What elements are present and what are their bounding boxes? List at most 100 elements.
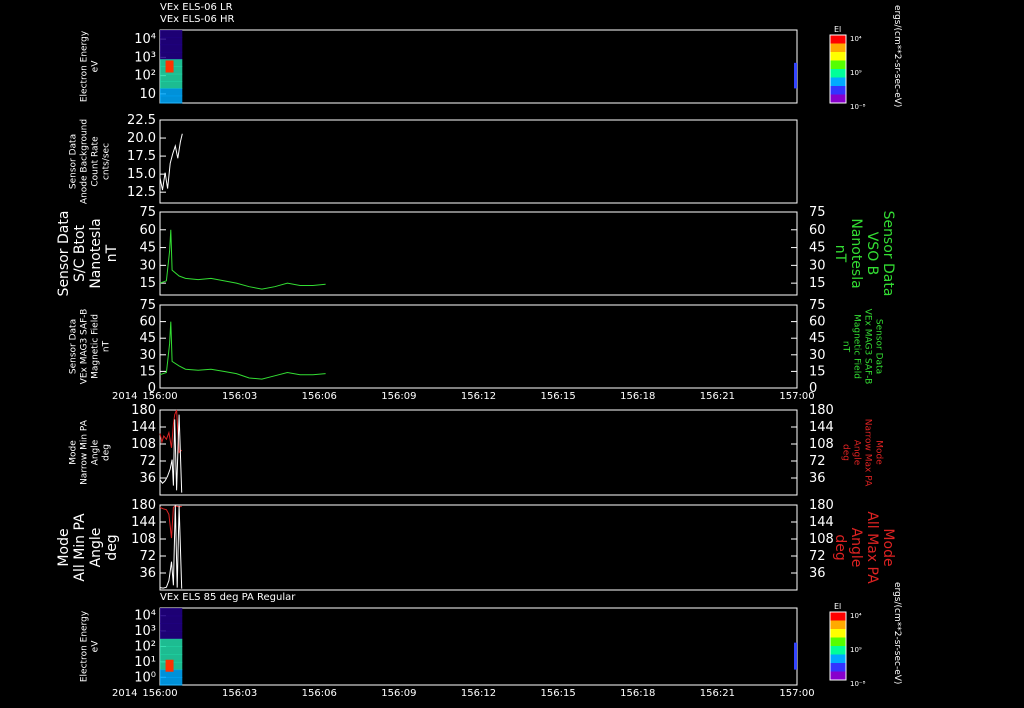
ylabel-right-4-2: Angle [852, 440, 862, 466]
ytick-label-right-3-1: 60 [809, 315, 826, 330]
series-line-3-0 [159, 321, 326, 380]
colorbar-cell-0-1 [830, 43, 846, 53]
panel-frame-6 [159, 607, 798, 686]
colorbar-cell-0-6 [830, 86, 846, 95]
ylabel-left-5-2: Angle [88, 528, 104, 568]
ylabel-right-3-0: Sensor Data [874, 319, 884, 374]
panel-frame-1 [159, 119, 798, 204]
time-tick-1-6: 156:18 [620, 688, 655, 699]
ytick-label-3-4: 15 [139, 364, 156, 379]
ylabel-left-6-0: Electron Energy [80, 610, 90, 682]
ytick-label-4-3: 72 [139, 454, 156, 469]
ytick-label-4-0: 180 [131, 403, 156, 418]
ytick-label-2-1: 60 [139, 223, 156, 238]
panel-frame-4 [159, 409, 798, 496]
time-tick-1-3: 156:09 [381, 688, 416, 699]
heatmap-cell-0-3 [160, 51, 183, 60]
ytick-label-5-0: 180 [131, 498, 156, 513]
ytick-label-1-0: 22.5 [127, 113, 156, 128]
ytick-label-0-3: 10 [139, 87, 156, 102]
ylabel-left-5-0: Mode [56, 528, 72, 566]
heatmap-cell-0-8 [160, 88, 183, 97]
ytick-label-3-2: 45 [139, 331, 156, 346]
ylabel-right-3-3: nT [841, 341, 851, 353]
time-tick-1-5: 156:15 [541, 688, 576, 699]
ylabel-right-5-1: All Max PA [864, 511, 880, 584]
ylabel-left-2-0: Sensor Data [56, 211, 72, 297]
ylabel-left-1-0: Sensor Data [69, 134, 79, 189]
colorbar-cell-0-7 [830, 94, 846, 104]
panel-frame-0 [159, 29, 798, 104]
ytick-label-2-2: 45 [139, 241, 156, 256]
heatmap-hotspot-0 [165, 60, 174, 73]
ytick-label-5-2: 108 [131, 532, 156, 547]
panel-frame-3 [159, 304, 798, 389]
colorbar-cell-1-7 [830, 671, 846, 681]
time-tick-1-0: 156:00 [142, 688, 177, 699]
colorbar-tick-0-1: 10⁹ [850, 69, 862, 77]
heatmap-cell-6-1 [160, 615, 183, 624]
ytick-label-right-3-3: 30 [809, 348, 826, 363]
colorbar-cell-0-3 [830, 60, 846, 70]
colorbar-tick-0-2: 10⁻⁸ [850, 103, 866, 111]
ytick-label-1-4: 12.5 [127, 185, 156, 200]
panel-frame-5 [159, 504, 798, 591]
ylabel-left-3-2: Magnetic Field [91, 314, 101, 379]
ylabel-left-1-2: Count Rate [91, 136, 101, 187]
ytick-label-right-2-0: 75 [809, 205, 826, 220]
ytick-label-right-4-2: 108 [809, 437, 834, 452]
ylabel-right-4-0: Mode [874, 440, 884, 465]
ytick-label-4-2: 108 [131, 437, 156, 452]
ytick-label-right-2-3: 30 [809, 258, 826, 273]
colorbar-cell-0-5 [830, 77, 846, 87]
ytick-label-5-1: 144 [131, 515, 156, 530]
heatmap-edge-6 [794, 642, 797, 670]
time-tick-0-7: 156:21 [700, 391, 735, 402]
heatmap-cell-6-3 [160, 631, 183, 640]
ytick-label-right-2-1: 60 [809, 223, 826, 238]
heatmap-cell-0-6 [160, 73, 183, 82]
time-tick-0-4: 156:12 [461, 391, 496, 402]
ylabel-left-4-2: Angle [91, 439, 101, 465]
ytick-label-6-4: 10⁰ [134, 670, 156, 685]
ylabel-left-0-1: eV [91, 60, 101, 73]
ytick-label-right-5-2: 108 [809, 532, 834, 547]
year-label-1: 2014 [112, 688, 137, 699]
ytick-label-right-3-2: 45 [809, 331, 826, 346]
ytick-label-5-4: 36 [139, 566, 156, 581]
colorbar-cell-0-0 [830, 35, 846, 44]
time-tick-1-4: 156:12 [461, 688, 496, 699]
ylabel-right-2-3: nT [832, 245, 848, 263]
colorbar-tick-1-0: 10⁴ [850, 612, 862, 620]
ylabel-left-2-1: S/C Btot [72, 225, 88, 282]
time-tick-0-6: 156:18 [620, 391, 655, 402]
time-tick-1-2: 156:06 [302, 688, 337, 699]
ylabel-left-2-3: nT [104, 244, 120, 262]
series-line-1-0 [159, 133, 183, 191]
ytick-label-right-5-3: 72 [809, 549, 826, 564]
heatmap-cell-6-9 [160, 677, 183, 686]
time-tick-0-2: 156:06 [302, 391, 337, 402]
ylabel-right-2-1: VSO B [864, 232, 880, 276]
colorbar-cell-0-2 [830, 52, 846, 61]
ylabel-left-4-1: Narrow Min PA [80, 419, 90, 485]
ylabel-right-5-2: Angle [848, 528, 864, 568]
ylabel-left-2-2: Nanotesla [88, 218, 104, 288]
colorbar-cell-1-6 [830, 663, 846, 672]
series-line-2-0 [159, 229, 326, 290]
heatmap-hotspot-6 [165, 659, 174, 672]
ytick-label-3-1: 60 [139, 315, 156, 330]
ytick-label-6-0: 10⁴ [134, 609, 156, 624]
heatmap-cell-6-5 [160, 646, 183, 655]
time-tick-0-5: 156:15 [541, 391, 576, 402]
colorbar-cell-1-0 [830, 612, 846, 621]
heatmap-cell-0-9 [160, 95, 183, 104]
colorbar-cell-0-4 [830, 69, 846, 78]
ytick-label-right-2-4: 15 [809, 276, 826, 291]
ylabel-left-3-1: VEx MAG3 SAF-B [80, 309, 90, 385]
ytick-label-2-4: 15 [139, 276, 156, 291]
ytick-label-5-3: 72 [139, 549, 156, 564]
time-tick-0-0: 156:00 [142, 391, 177, 402]
time-tick-0-1: 156:03 [222, 391, 257, 402]
ytick-label-1-2: 17.5 [127, 149, 156, 164]
